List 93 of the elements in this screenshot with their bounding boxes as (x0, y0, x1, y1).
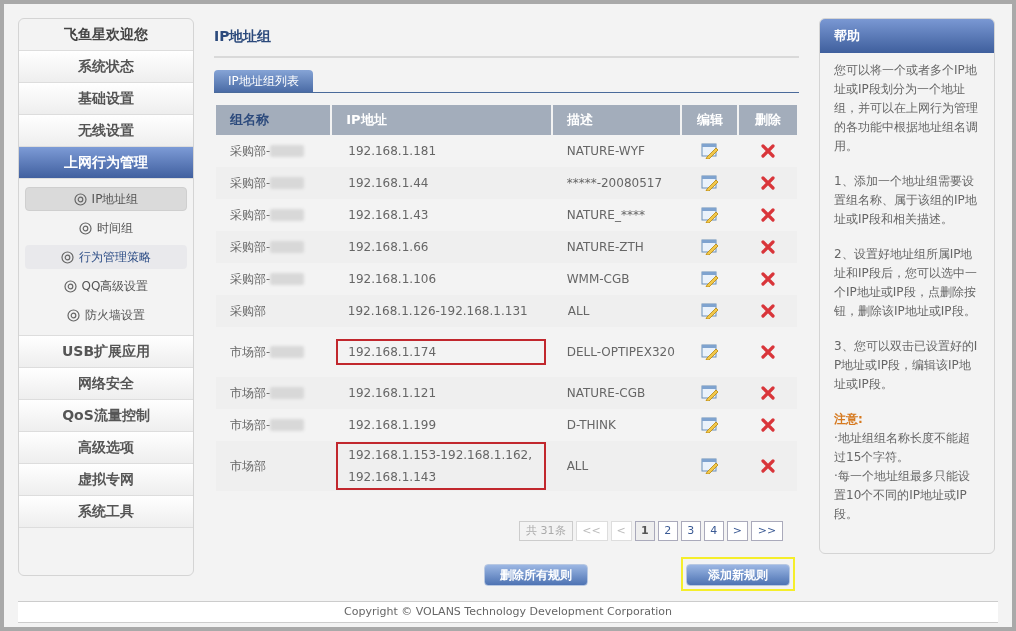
help-text: 您可以将一个或者多个IP地址或IP段划分为一个地址组，并可以在上网行为管理的各功能中根据地址组名调用。 (834, 62, 979, 155)
help-text: 2、设置好地址组所属IP地址和IP段后，您可以选中一个IP地址或IP段，点删除按钮，删除该IP地址或IP段。 (834, 246, 978, 320)
page-button[interactable]: 3 (680, 521, 701, 541)
circle-bullet-icon (63, 279, 77, 293)
total-count: 共 31条 (519, 521, 573, 541)
table-cell-text: 市场部- (230, 344, 271, 361)
note-title: 注意: (834, 411, 864, 428)
table-cell-text: 192.168.1.43 (347, 207, 430, 224)
table-cell-text: 192.168.1.121 (347, 385, 438, 402)
table-cell-text: 192.168.1.106 (347, 271, 438, 288)
menu-item[interactable]: 系统工具 (19, 496, 193, 528)
page-button[interactable]: > (726, 521, 748, 541)
menu-item[interactable]: 无线设置 (19, 115, 193, 147)
edit-icon[interactable] (700, 458, 719, 474)
column-header: 删除 (739, 105, 797, 135)
page-button[interactable]: 4 (703, 521, 724, 541)
help-text: 3、您可以双击已设置好的IP地址或IP段，编辑该IP地址或IP段。 (834, 338, 979, 393)
page-button[interactable]: >> (751, 521, 783, 541)
edit-icon[interactable] (700, 239, 719, 255)
circle-bullet-icon (61, 250, 74, 264)
table-cell-text: 采购部- (230, 143, 271, 160)
table-cell-text: WMM-CGB (566, 271, 630, 288)
edit-icon[interactable] (700, 207, 719, 223)
edit-icon[interactable] (701, 303, 720, 319)
table-cell-text: NATURE-CGB (566, 385, 646, 402)
edit-icon[interactable] (700, 143, 719, 159)
column-header: 组名称 (216, 105, 331, 135)
table-cell: 192.168.1.153-192.168.1.162,192.168.1.143 (336, 442, 547, 490)
circle-bullet-icon (67, 308, 80, 322)
delete-icon[interactable] (761, 176, 776, 190)
delete-icon[interactable] (761, 345, 776, 359)
table-cell-text: 市场部 (230, 458, 266, 475)
page-button[interactable]: 2 (657, 521, 678, 541)
menu-item[interactable]: 网络安全 (19, 368, 193, 400)
delete-icon[interactable] (761, 240, 776, 254)
submenu-item[interactable]: 时间组 (25, 216, 187, 240)
table-cell-text: *****-20080517 (566, 175, 663, 192)
delete-icon[interactable] (761, 304, 776, 318)
table-cell-text: ALL (567, 303, 590, 320)
table-cell-text: 采购部- (230, 175, 271, 192)
submenu-item[interactable]: IP地址组 (25, 187, 187, 211)
edit-icon[interactable] (700, 385, 719, 401)
help-text: 1、添加一个地址组需要设置组名称、属于该组的IP地址或IP段和相关描述。 (834, 173, 978, 228)
table-cell-text: 192.168.1.66 (347, 239, 430, 256)
table-cell-text: 采购部- (230, 239, 271, 256)
circle-bullet-icon (79, 221, 92, 235)
table-cell-text: 市场部- (230, 385, 271, 402)
menu-item[interactable]: 虚拟专网 (19, 464, 193, 496)
table-cell: 192.168.1.174 (336, 339, 547, 365)
column-header: 编辑 (681, 105, 738, 135)
delete-icon[interactable] (761, 459, 776, 473)
delete-icon[interactable] (761, 418, 776, 432)
menu-item[interactable]: 系统状态 (19, 51, 193, 83)
edit-icon[interactable] (700, 417, 719, 433)
page-title: IP地址组 (214, 18, 799, 58)
delete-icon[interactable] (761, 386, 776, 400)
footer: Copyright © VOLANS Technology Development Corporation (18, 601, 998, 623)
edit-icon[interactable] (700, 271, 719, 287)
edit-icon[interactable] (700, 344, 719, 360)
submenu-item[interactable]: 行为管理策略 (25, 245, 187, 269)
table-cell-text: 采购部 (230, 303, 266, 320)
table-cell-text: DELL-OPTIPEX320 (566, 344, 675, 361)
table-cell-text: ALL (566, 458, 589, 475)
column-header: IP地址 (332, 105, 551, 135)
menu-item[interactable]: 基础设置 (19, 83, 193, 115)
table-cell-text: 192.168.1.199 (347, 417, 438, 434)
table-cell-text: 192.168.1.44 (347, 175, 430, 192)
delete-icon[interactable] (761, 272, 776, 286)
edit-icon[interactable] (700, 175, 719, 191)
tab[interactable]: IP地址组列表 (214, 70, 313, 92)
submenu-item[interactable]: QQ高级设置 (25, 274, 187, 298)
menu-item[interactable]: QoS流量控制 (19, 400, 193, 432)
menu-item[interactable]: 高级选项 (19, 432, 193, 464)
table-cell-text: 192.168.1.181 (347, 143, 438, 160)
note-text: ·每一个地址组最多只能设置10个不同的IP地址或IP段。 (834, 468, 971, 523)
delete-icon[interactable] (761, 208, 776, 222)
table-cell-text: D-THINK (566, 417, 616, 434)
table-cell-text: 采购部- (230, 207, 271, 224)
column-header: 描述 (552, 105, 680, 135)
table-cell-text: NATURE_**** (566, 207, 645, 224)
help-title: 帮助 (820, 19, 994, 53)
table-cell-text: NATURE-ZTH (566, 239, 644, 256)
menu-item[interactable]: USB扩展应用 (19, 336, 193, 368)
submenu-item[interactable]: 防火墙设置 (25, 303, 187, 327)
delete-icon[interactable] (761, 144, 776, 158)
table-cell-text: 采购部- (230, 271, 271, 288)
note-text: ·地址组组名称长度不能超过15个字符。 (834, 430, 971, 466)
page-button[interactable]: 1 (634, 521, 655, 541)
circle-bullet-icon (73, 192, 87, 206)
table-cell-text: 192.168.1.126-192.168.1.131 (346, 303, 529, 320)
table-cell-text: 市场部- (230, 417, 271, 434)
menu-item[interactable]: 上网行为管理 (19, 147, 193, 179)
table-cell-text: NATURE-WYF (566, 143, 645, 160)
